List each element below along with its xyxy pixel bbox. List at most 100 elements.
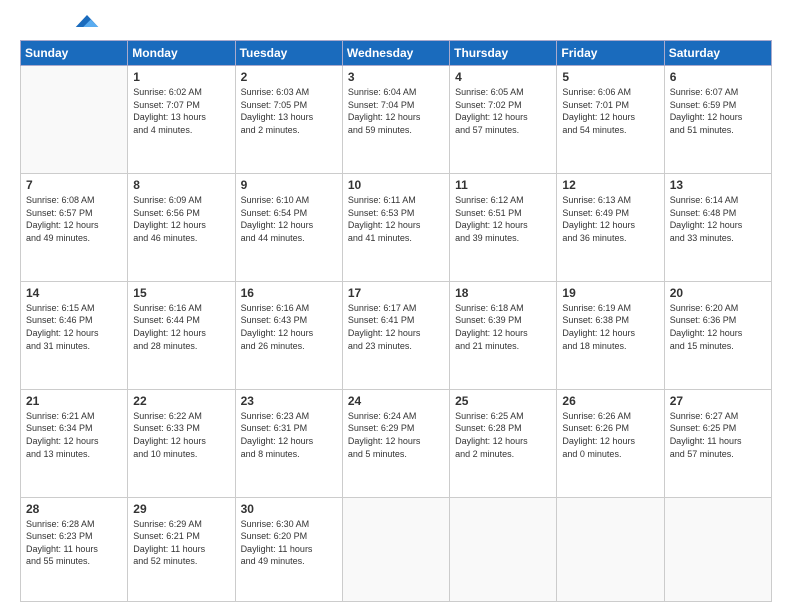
day-number: 1: [133, 70, 229, 84]
day-number: 9: [241, 178, 337, 192]
calendar-cell: 21 Sunrise: 6:21 AM Sunset: 6:34 PM Dayli…: [21, 389, 128, 497]
day-number: 7: [26, 178, 122, 192]
weekday-header: Saturday: [664, 41, 771, 66]
calendar-cell: 28 Sunrise: 6:28 AM Sunset: 6:23 PM Dayli…: [21, 497, 128, 601]
day-info: Sunrise: 6:29 AM Sunset: 6:21 PM Dayligh…: [133, 518, 229, 568]
weekday-header: Thursday: [450, 41, 557, 66]
calendar-cell: 7 Sunrise: 6:08 AM Sunset: 6:57 PM Daylig…: [21, 173, 128, 281]
calendar-week-row: 21 Sunrise: 6:21 AM Sunset: 6:34 PM Dayli…: [21, 389, 772, 497]
day-number: 12: [562, 178, 658, 192]
calendar-week-row: 1 Sunrise: 6:02 AM Sunset: 7:07 PM Daylig…: [21, 66, 772, 174]
calendar-header-row: SundayMondayTuesdayWednesdayThursdayFrid…: [21, 41, 772, 66]
weekday-header: Wednesday: [342, 41, 449, 66]
day-info: Sunrise: 6:09 AM Sunset: 6:56 PM Dayligh…: [133, 194, 229, 244]
day-info: Sunrise: 6:23 AM Sunset: 6:31 PM Dayligh…: [241, 410, 337, 460]
calendar-cell: [664, 497, 771, 601]
day-info: Sunrise: 6:03 AM Sunset: 7:05 PM Dayligh…: [241, 86, 337, 136]
day-info: Sunrise: 6:08 AM Sunset: 6:57 PM Dayligh…: [26, 194, 122, 244]
day-number: 24: [348, 394, 444, 408]
day-number: 28: [26, 502, 122, 516]
day-info: Sunrise: 6:10 AM Sunset: 6:54 PM Dayligh…: [241, 194, 337, 244]
calendar-cell: [21, 66, 128, 174]
calendar-cell: 10 Sunrise: 6:11 AM Sunset: 6:53 PM Dayli…: [342, 173, 449, 281]
calendar-cell: [342, 497, 449, 601]
day-number: 13: [670, 178, 766, 192]
weekday-header: Friday: [557, 41, 664, 66]
day-number: 17: [348, 286, 444, 300]
day-number: 4: [455, 70, 551, 84]
calendar-cell: 18 Sunrise: 6:18 AM Sunset: 6:39 PM Dayli…: [450, 281, 557, 389]
calendar-cell: 17 Sunrise: 6:17 AM Sunset: 6:41 PM Dayli…: [342, 281, 449, 389]
calendar-week-row: 7 Sunrise: 6:08 AM Sunset: 6:57 PM Daylig…: [21, 173, 772, 281]
day-info: Sunrise: 6:28 AM Sunset: 6:23 PM Dayligh…: [26, 518, 122, 568]
calendar-table: SundayMondayTuesdayWednesdayThursdayFrid…: [20, 40, 772, 602]
day-info: Sunrise: 6:22 AM Sunset: 6:33 PM Dayligh…: [133, 410, 229, 460]
calendar-cell: 16Sunrise: 6:16 AM Sunset: 6:43 PM Dayli…: [235, 281, 342, 389]
weekday-header: Sunday: [21, 41, 128, 66]
calendar-week-row: 14Sunrise: 6:15 AM Sunset: 6:46 PM Dayli…: [21, 281, 772, 389]
day-number: 8: [133, 178, 229, 192]
weekday-header: Tuesday: [235, 41, 342, 66]
day-info: Sunrise: 6:21 AM Sunset: 6:34 PM Dayligh…: [26, 410, 122, 460]
day-number: 19: [562, 286, 658, 300]
calendar-cell: 12Sunrise: 6:13 AM Sunset: 6:49 PM Dayli…: [557, 173, 664, 281]
day-number: 18: [455, 286, 551, 300]
day-info: Sunrise: 6:24 AM Sunset: 6:29 PM Dayligh…: [348, 410, 444, 460]
calendar-cell: 8 Sunrise: 6:09 AM Sunset: 6:56 PM Daylig…: [128, 173, 235, 281]
day-number: 11: [455, 178, 551, 192]
calendar-cell: 27 Sunrise: 6:27 AM Sunset: 6:25 PM Dayli…: [664, 389, 771, 497]
day-info: Sunrise: 6:02 AM Sunset: 7:07 PM Dayligh…: [133, 86, 229, 136]
calendar-cell: 2 Sunrise: 6:03 AM Sunset: 7:05 PM Daylig…: [235, 66, 342, 174]
day-number: 6: [670, 70, 766, 84]
day-number: 3: [348, 70, 444, 84]
day-info: Sunrise: 6:18 AM Sunset: 6:39 PM Dayligh…: [455, 302, 551, 352]
calendar-cell: 4 Sunrise: 6:05 AM Sunset: 7:02 PM Daylig…: [450, 66, 557, 174]
calendar-cell: 6 Sunrise: 6:07 AM Sunset: 6:59 PM Daylig…: [664, 66, 771, 174]
day-number: 25: [455, 394, 551, 408]
calendar-cell: 13Sunrise: 6:14 AM Sunset: 6:48 PM Dayli…: [664, 173, 771, 281]
day-info: Sunrise: 6:30 AM Sunset: 6:20 PM Dayligh…: [241, 518, 337, 568]
day-info: Sunrise: 6:19 AM Sunset: 6:38 PM Dayligh…: [562, 302, 658, 352]
day-info: Sunrise: 6:04 AM Sunset: 7:04 PM Dayligh…: [348, 86, 444, 136]
day-info: Sunrise: 6:12 AM Sunset: 6:51 PM Dayligh…: [455, 194, 551, 244]
day-number: 20: [670, 286, 766, 300]
calendar-cell: 30 Sunrise: 6:30 AM Sunset: 6:20 PM Dayli…: [235, 497, 342, 601]
calendar-cell: 20 Sunrise: 6:20 AM Sunset: 6:36 PM Dayli…: [664, 281, 771, 389]
day-number: 22: [133, 394, 229, 408]
day-number: 2: [241, 70, 337, 84]
day-info: Sunrise: 6:06 AM Sunset: 7:01 PM Dayligh…: [562, 86, 658, 136]
day-info: Sunrise: 6:05 AM Sunset: 7:02 PM Dayligh…: [455, 86, 551, 136]
day-number: 29: [133, 502, 229, 516]
calendar-cell: 22 Sunrise: 6:22 AM Sunset: 6:33 PM Dayli…: [128, 389, 235, 497]
calendar-cell: [557, 497, 664, 601]
day-number: 30: [241, 502, 337, 516]
day-info: Sunrise: 6:07 AM Sunset: 6:59 PM Dayligh…: [670, 86, 766, 136]
day-number: 21: [26, 394, 122, 408]
day-number: 16: [241, 286, 337, 300]
day-number: 15: [133, 286, 229, 300]
weekday-header: Monday: [128, 41, 235, 66]
calendar-cell: 3 Sunrise: 6:04 AM Sunset: 7:04 PM Daylig…: [342, 66, 449, 174]
day-info: Sunrise: 6:11 AM Sunset: 6:53 PM Dayligh…: [348, 194, 444, 244]
day-number: 26: [562, 394, 658, 408]
logo-icon: [72, 12, 102, 30]
day-info: Sunrise: 6:16 AM Sunset: 6:44 PM Dayligh…: [133, 302, 229, 352]
day-info: Sunrise: 6:25 AM Sunset: 6:28 PM Dayligh…: [455, 410, 551, 460]
day-info: Sunrise: 6:17 AM Sunset: 6:41 PM Dayligh…: [348, 302, 444, 352]
day-number: 23: [241, 394, 337, 408]
day-info: Sunrise: 6:27 AM Sunset: 6:25 PM Dayligh…: [670, 410, 766, 460]
calendar-cell: 11 Sunrise: 6:12 AM Sunset: 6:51 PM Dayli…: [450, 173, 557, 281]
day-number: 10: [348, 178, 444, 192]
calendar-cell: 24 Sunrise: 6:24 AM Sunset: 6:29 PM Dayli…: [342, 389, 449, 497]
calendar-cell: 9 Sunrise: 6:10 AM Sunset: 6:54 PM Daylig…: [235, 173, 342, 281]
calendar-cell: 19 Sunrise: 6:19 AM Sunset: 6:38 PM Dayli…: [557, 281, 664, 389]
calendar-cell: [450, 497, 557, 601]
calendar-week-row: 28 Sunrise: 6:28 AM Sunset: 6:23 PM Dayli…: [21, 497, 772, 601]
day-number: 5: [562, 70, 658, 84]
calendar-cell: 14Sunrise: 6:15 AM Sunset: 6:46 PM Dayli…: [21, 281, 128, 389]
calendar-cell: 23 Sunrise: 6:23 AM Sunset: 6:31 PM Dayli…: [235, 389, 342, 497]
calendar-cell: 29 Sunrise: 6:29 AM Sunset: 6:21 PM Dayli…: [128, 497, 235, 601]
day-info: Sunrise: 6:20 AM Sunset: 6:36 PM Dayligh…: [670, 302, 766, 352]
calendar-cell: 15 Sunrise: 6:16 AM Sunset: 6:44 PM Dayli…: [128, 281, 235, 389]
day-number: 27: [670, 394, 766, 408]
